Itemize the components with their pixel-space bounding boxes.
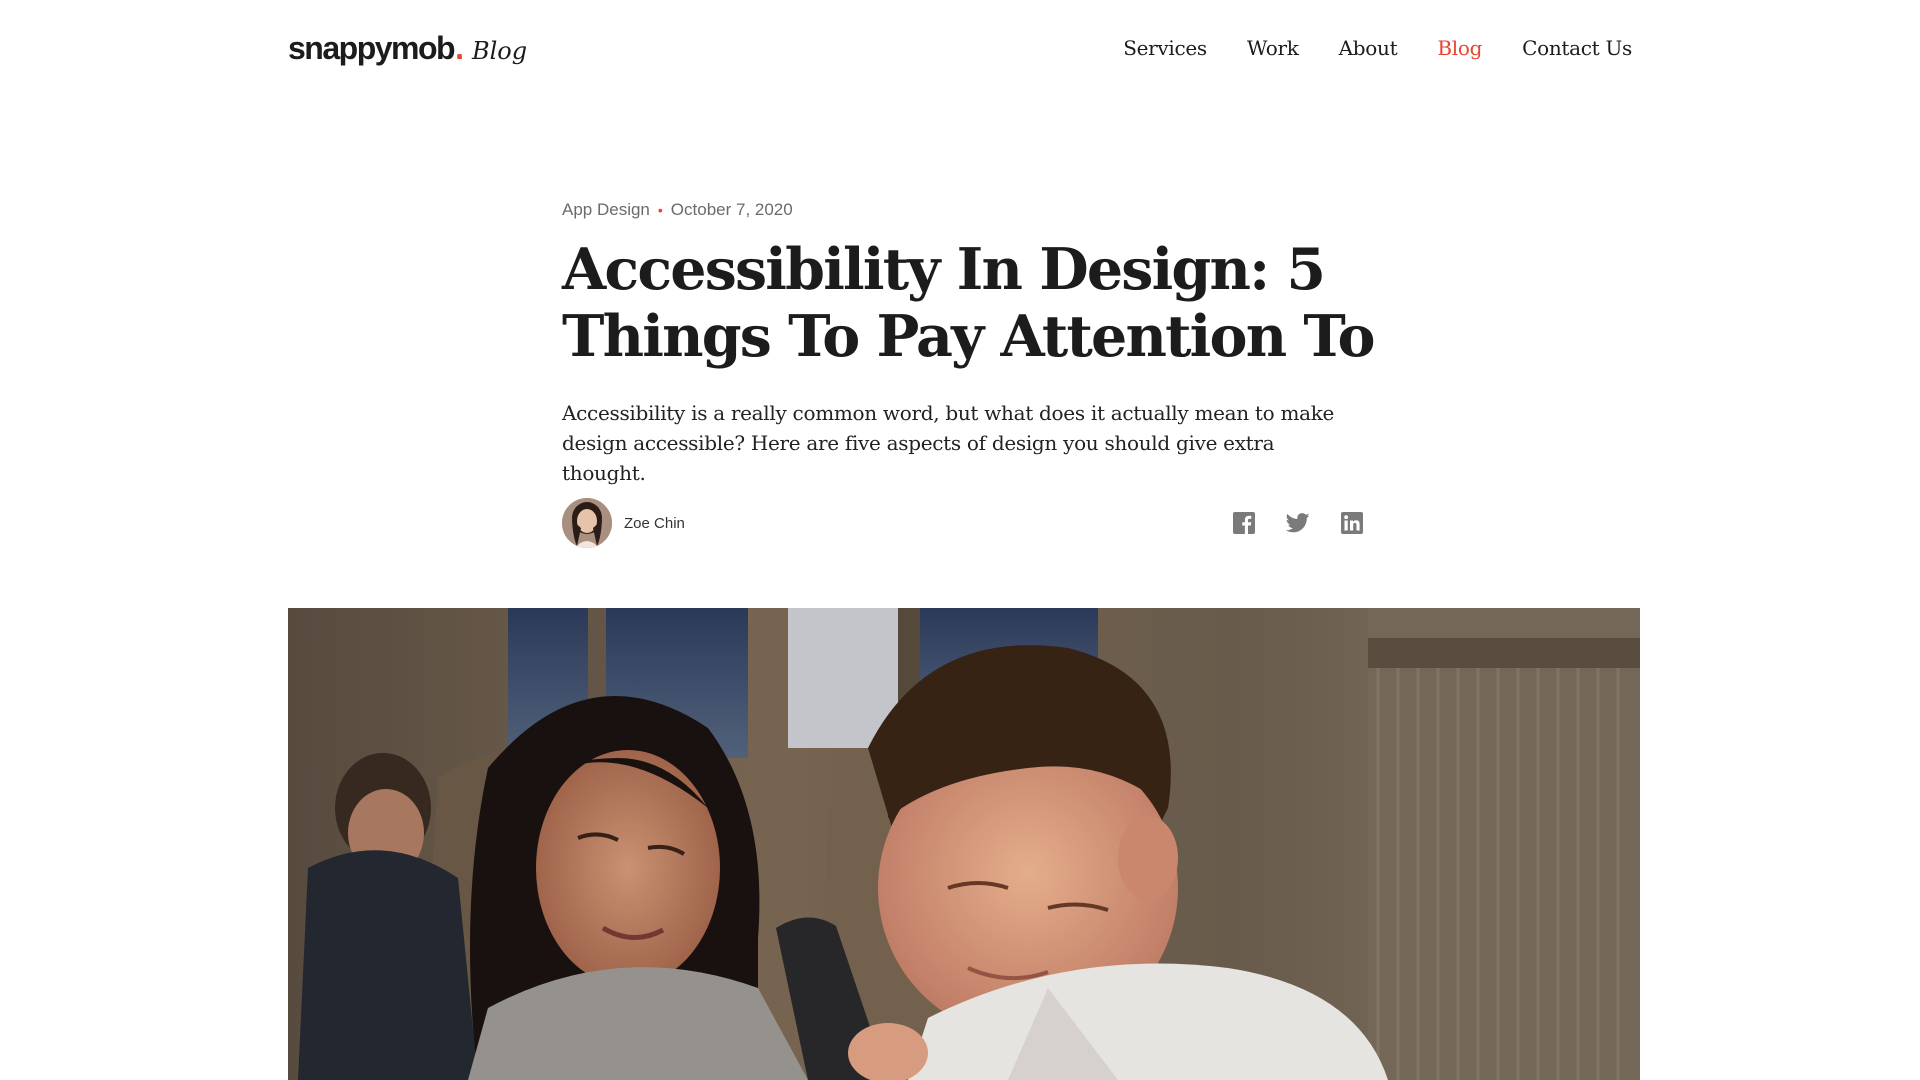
author-block: Zoe Chin bbox=[562, 498, 685, 548]
nav-services[interactable]: Services bbox=[1123, 36, 1207, 60]
article-title: Accessibility In Design: 5 Things To Pay… bbox=[562, 236, 1382, 370]
twitter-icon[interactable] bbox=[1286, 511, 1310, 535]
author-avatar[interactable] bbox=[562, 498, 612, 548]
article-meta: App Design • October 7, 2020 bbox=[562, 200, 793, 220]
article-lede: Accessibility is a really common word, b… bbox=[562, 401, 1335, 485]
article-title-line-1: Accessibility In Design: 5 bbox=[562, 236, 1326, 303]
nav-contact-us[interactable]: Contact Us bbox=[1522, 36, 1632, 60]
meta-separator: • bbox=[657, 202, 663, 218]
linkedin-icon[interactable] bbox=[1340, 511, 1364, 535]
hero-image bbox=[288, 608, 1640, 1080]
author-name[interactable]: Zoe Chin bbox=[624, 515, 685, 532]
logo-wordmark: snappymob bbox=[288, 30, 456, 66]
article-category[interactable]: App Design bbox=[562, 200, 650, 220]
site-header: snappymob. Blog Services Work About Blog… bbox=[0, 0, 1920, 100]
facebook-icon[interactable] bbox=[1232, 511, 1256, 535]
nav-blog[interactable]: Blog bbox=[1437, 36, 1482, 60]
article-title-line-2: Things To Pay Attention To bbox=[562, 303, 1375, 370]
article-date: October 7, 2020 bbox=[670, 200, 793, 219]
share-buttons bbox=[1232, 511, 1364, 535]
nav-work[interactable]: Work bbox=[1247, 36, 1299, 60]
site-logo[interactable]: snappymob. Blog bbox=[288, 30, 527, 67]
logo-dot: . bbox=[455, 30, 464, 66]
main-nav: Services Work About Blog Contact Us bbox=[1123, 36, 1632, 60]
nav-about[interactable]: About bbox=[1339, 36, 1398, 60]
logo-blog-label: Blog bbox=[471, 37, 528, 65]
